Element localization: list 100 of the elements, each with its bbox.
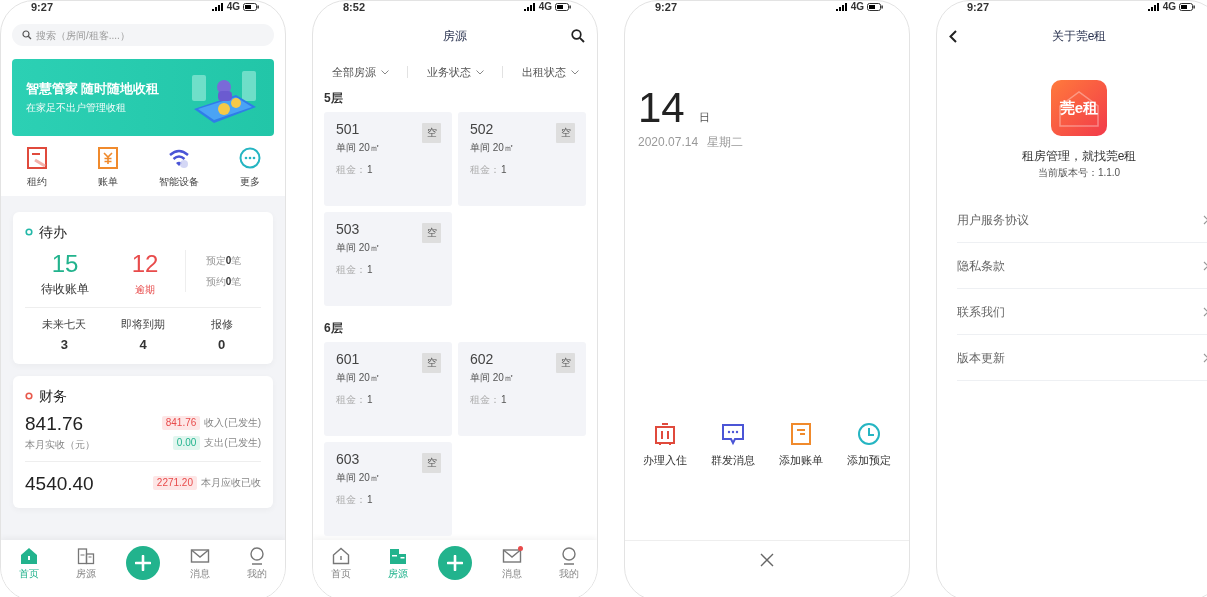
banner-subtitle: 在家足不出户管理收租 bbox=[26, 102, 127, 114]
amount-caption: 本月实收（元） bbox=[25, 439, 95, 451]
tab-item[interactable]: 首页 bbox=[313, 546, 370, 580]
status-tag: 空 bbox=[422, 353, 441, 373]
tab-item[interactable]: 消息 bbox=[483, 546, 541, 580]
stat-value: 3 bbox=[60, 337, 68, 352]
menu-item[interactable]: 版本更新 bbox=[957, 335, 1207, 381]
filter-dropdown[interactable]: 全部房源 bbox=[313, 65, 407, 79]
banner-title: 智慧管家 随时随地收租 bbox=[26, 81, 160, 97]
building-icon bbox=[388, 546, 409, 566]
stat-label: 即将到期 bbox=[121, 318, 165, 331]
envelope-icon bbox=[501, 546, 522, 566]
tab-item[interactable]: 我的 bbox=[228, 546, 285, 580]
status-tag: 空 bbox=[422, 123, 441, 143]
date-text: 2020.07.14 bbox=[638, 134, 699, 150]
menu-item[interactable]: 用户服务协议 bbox=[957, 197, 1207, 243]
room-card[interactable]: 501 单间 20㎡ 租金：1 空 bbox=[324, 112, 452, 206]
amount: 4540.40 bbox=[25, 472, 94, 496]
tab-item[interactable]: 我的 bbox=[540, 546, 597, 580]
slogan-text: 租房管理，就找莞e租 bbox=[1020, 148, 1138, 164]
shortcut-button[interactable]: 账单 bbox=[72, 147, 143, 188]
room-card[interactable]: 603 单间 20㎡ 租金：1 空 bbox=[324, 442, 452, 536]
rent-value: 1 bbox=[367, 163, 373, 176]
status-tag: 空 bbox=[556, 123, 575, 143]
status-time: 9:27 bbox=[655, 1, 678, 13]
chevron-icon bbox=[1203, 214, 1207, 225]
page-title: 房源 bbox=[443, 28, 467, 44]
room-number: 503 bbox=[336, 221, 360, 238]
rent-label: 租金： bbox=[336, 163, 366, 176]
add-button[interactable] bbox=[126, 546, 160, 580]
rent-value: 1 bbox=[501, 393, 507, 406]
room-number: 501 bbox=[336, 121, 360, 138]
room-info: 单间 20㎡ bbox=[470, 141, 514, 154]
room-card[interactable]: 601 单间 20㎡ 租金：1 空 bbox=[324, 342, 452, 436]
shortcut-button[interactable]: 更多 bbox=[214, 147, 285, 188]
room-info: 单间 20㎡ bbox=[336, 371, 380, 384]
chevron-icon bbox=[1203, 306, 1207, 317]
envelope-icon bbox=[189, 546, 210, 566]
shortcut-button[interactable]: 智能设备 bbox=[143, 147, 214, 188]
booking-note: 预约0笔 bbox=[205, 275, 242, 288]
filter-dropdown[interactable]: 业务状态 bbox=[408, 65, 502, 79]
room-number: 602 bbox=[470, 351, 494, 368]
section-title: 财务 bbox=[39, 387, 67, 406]
signal-icon bbox=[1147, 3, 1160, 11]
bill-icon bbox=[96, 147, 119, 169]
tab-item[interactable]: 房源 bbox=[57, 546, 115, 580]
room-number: 502 bbox=[470, 121, 494, 138]
search-icon[interactable] bbox=[571, 29, 585, 43]
action-button[interactable]: 添加预定 bbox=[835, 422, 903, 467]
rent-value: 1 bbox=[367, 263, 373, 276]
weekday-text: 星期二 bbox=[707, 134, 744, 150]
section-title: 待办 bbox=[39, 223, 67, 242]
menu-item[interactable]: 联系我们 bbox=[957, 289, 1207, 335]
filter-dropdown[interactable]: 出租状态 bbox=[503, 65, 597, 79]
room-card[interactable]: 602 单间 20㎡ 租金：1 空 bbox=[458, 342, 586, 436]
entry-label: 支出(已发生) bbox=[204, 437, 261, 449]
home-icon bbox=[19, 546, 40, 566]
clock-icon bbox=[857, 422, 881, 446]
room-card[interactable]: 503 单间 20㎡ 租金：1 空 bbox=[324, 212, 452, 306]
rent-label: 租金： bbox=[336, 493, 366, 506]
stat-label: 报修 bbox=[210, 318, 233, 331]
version-text: 当前版本号：1.1.0 bbox=[1036, 167, 1122, 179]
rent-label: 租金： bbox=[470, 393, 500, 406]
amount: 841.76 bbox=[25, 412, 85, 436]
status-tag: 空 bbox=[422, 223, 441, 243]
action-button[interactable]: 群发消息 bbox=[699, 422, 767, 467]
tab-item[interactable]: 消息 bbox=[171, 546, 229, 580]
amount-tag: 0.00 bbox=[172, 436, 201, 450]
action-button[interactable]: 添加账单 bbox=[767, 422, 835, 467]
pending-label: 待收账单 bbox=[41, 282, 89, 297]
entry-label: 收入(已发生) bbox=[204, 417, 261, 429]
more-icon bbox=[238, 147, 261, 169]
overdue-count: 12 bbox=[131, 250, 159, 278]
page-title: 关于莞e租 bbox=[1051, 28, 1107, 44]
room-number: 601 bbox=[336, 351, 360, 368]
back-icon[interactable] bbox=[949, 29, 957, 43]
shortcut-button[interactable]: 租约 bbox=[1, 147, 72, 188]
signal-icon bbox=[211, 3, 224, 11]
room-card[interactable]: 502 单间 20㎡ 租金：1 空 bbox=[458, 112, 586, 206]
search-field[interactable]: 搜索（房间/租客....） bbox=[12, 24, 274, 46]
ring-icon bbox=[25, 228, 33, 236]
add-button[interactable] bbox=[438, 546, 472, 580]
action-button[interactable]: 办理入住 bbox=[631, 422, 699, 467]
chat-icon bbox=[721, 422, 745, 446]
rent-value: 1 bbox=[367, 393, 373, 406]
logo-text: 莞e租 bbox=[1059, 99, 1099, 117]
caret-icon bbox=[380, 69, 389, 75]
home-icon bbox=[331, 546, 352, 566]
close-icon[interactable] bbox=[760, 553, 774, 567]
status-time: 8:52 bbox=[343, 1, 366, 13]
battery-icon bbox=[1179, 3, 1195, 11]
overdue-label: 逾期 bbox=[135, 283, 155, 297]
contract-icon bbox=[25, 147, 48, 169]
floor-label: 5层 bbox=[324, 90, 344, 106]
menu-item[interactable]: 隐私条款 bbox=[957, 243, 1207, 289]
rent-label: 租金： bbox=[336, 393, 366, 406]
plus-icon bbox=[447, 555, 463, 571]
room-number: 603 bbox=[336, 451, 360, 468]
caret-icon bbox=[475, 69, 484, 75]
status-tag: 空 bbox=[422, 453, 441, 473]
